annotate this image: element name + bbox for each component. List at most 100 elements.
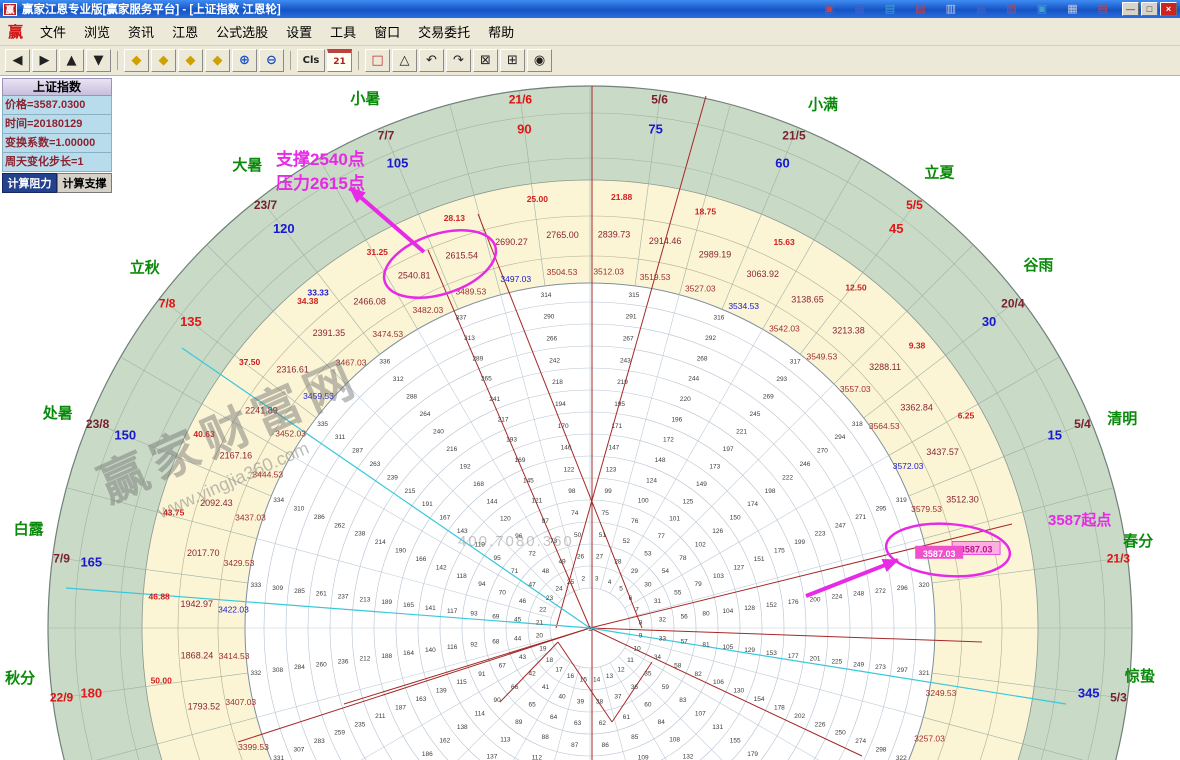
svg-text:298: 298 [876,747,887,754]
toolbar-rotate-left-button[interactable]: ↶ [419,49,444,72]
svg-text:21.88: 21.88 [611,192,633,202]
svg-text:立夏: 立夏 [924,164,955,182]
svg-text:202: 202 [794,713,805,720]
menu-item-news[interactable]: 资讯 [119,19,163,44]
minimize-button[interactable]: — [1122,2,1139,16]
menu-item-formula-stock-pick[interactable]: 公式选股 [207,19,277,44]
svg-text:3467.03: 3467.03 [336,358,367,368]
svg-text:151: 151 [754,556,765,563]
svg-text:3587.03: 3587.03 [960,544,993,554]
svg-text:28.13: 28.13 [444,213,466,223]
svg-text:142: 142 [436,564,447,571]
titlebar-icon-4[interactable]: ▥ [946,4,956,15]
svg-text:1868.24: 1868.24 [181,650,214,660]
svg-text:322: 322 [896,755,907,760]
toolbar-diamond-1-button[interactable]: ◆ [124,49,149,72]
svg-text:115: 115 [456,679,467,686]
svg-text:94: 94 [478,581,486,588]
menu-item-help[interactable]: 帮助 [479,19,523,44]
svg-text:155: 155 [730,737,741,744]
toolbar-diamond-3-button[interactable]: ◆ [178,49,203,72]
svg-text:128: 128 [744,605,755,612]
svg-text:2017.70: 2017.70 [187,548,220,558]
toolbar-triangle-tool-button[interactable]: △ [392,49,417,72]
svg-text:286: 286 [314,514,325,521]
svg-text:100: 100 [638,498,649,505]
svg-text:41: 41 [542,684,550,691]
svg-text:46: 46 [519,598,527,605]
svg-text:125: 125 [683,498,694,505]
toolbar-rotate-right-button[interactable]: ↷ [446,49,471,72]
menubar: 赢 文件 浏览 资讯 江恩 公式选股 设置 工具 窗口 交易委托 帮助 [0,18,1180,46]
toolbar-forward-button[interactable]: ▶ [32,49,57,72]
svg-text:287: 287 [352,448,363,455]
svg-text:226: 226 [815,721,826,728]
svg-text:73: 73 [550,538,558,545]
svg-text:20/4: 20/4 [1001,297,1025,311]
svg-text:154: 154 [754,696,765,703]
titlebar-icon-6[interactable]: ▧ [1006,4,1016,15]
svg-text:320: 320 [919,582,930,589]
menu-item-settings[interactable]: 设置 [277,19,321,44]
toolbar-calendar-button[interactable]: 21 [327,49,352,72]
svg-text:273: 273 [875,664,886,671]
toolbar-delete-shape-button[interactable]: ⊠ [473,49,498,72]
titlebar-icon-0[interactable]: ▣ [824,4,834,15]
svg-text:3138.65: 3138.65 [791,294,824,304]
titlebar-icon-3[interactable]: ▨ [915,4,925,15]
titlebar-icon-1[interactable]: ▦ [854,4,864,15]
calc-support-button[interactable]: 计算支撑 [57,173,112,193]
svg-text:148: 148 [655,457,666,464]
toolbar-diamond-4-button[interactable]: ◆ [205,49,230,72]
toolbar-zoom-out-button[interactable]: ⊖ [259,49,284,72]
svg-text:63: 63 [574,720,582,727]
svg-text:112: 112 [532,754,543,760]
menu-item-tools[interactable]: 工具 [321,19,365,44]
svg-text:247: 247 [835,522,846,529]
svg-text:180: 180 [80,686,102,701]
toolbar-rect-tool-button[interactable]: □ [365,49,390,72]
calc-resistance-button[interactable]: 计算阻力 [2,173,57,193]
titlebar-icon-9[interactable]: ▤ [1098,4,1108,15]
svg-text:62: 62 [599,720,607,727]
svg-text:22: 22 [539,606,547,613]
svg-text:43.75: 43.75 [163,508,185,518]
svg-text:337: 337 [456,315,467,322]
titlebar-icon-5[interactable]: ▩ [976,4,986,15]
svg-text:197: 197 [723,446,734,453]
maximize-button[interactable]: □ [1141,2,1158,16]
toolbar-diamond-2-button[interactable]: ◆ [151,49,176,72]
svg-text:3257.03: 3257.03 [914,733,945,743]
menu-item-gann[interactable]: 江恩 [163,19,207,44]
toolbar-marker-up-button[interactable]: ▲ [59,49,84,72]
menu-item-browse[interactable]: 浏览 [75,19,119,44]
svg-text:162: 162 [439,737,450,744]
toolbar-grid-tool-button[interactable]: ⊞ [500,49,525,72]
titlebar-icon-7[interactable]: ▣ [1037,4,1047,15]
titlebar-icon-8[interactable]: ▦ [1067,4,1077,15]
svg-text:165: 165 [403,602,414,609]
svg-text:93: 93 [470,611,478,618]
svg-text:223: 223 [815,531,826,538]
svg-text:106: 106 [713,679,724,686]
menu-item-file[interactable]: 文件 [31,19,75,44]
svg-text:130: 130 [733,688,744,695]
menu-item-trade[interactable]: 交易委托 [409,19,479,44]
svg-text:3414.53: 3414.53 [219,651,250,661]
svg-text:3: 3 [595,575,599,582]
svg-text:164: 164 [403,650,414,657]
toolbar-zoom-in-button[interactable]: ⊕ [232,49,257,72]
svg-text:174: 174 [747,501,758,508]
toolbar-marker-down-button[interactable]: ▼ [86,49,111,72]
toolbar-target-tool-button[interactable]: ◉ [527,49,552,72]
svg-text:71: 71 [511,568,519,575]
svg-text:2765.00: 2765.00 [546,230,579,240]
toolbar-back-button[interactable]: ◀ [5,49,30,72]
toolbar-clear-button[interactable]: Cls [297,49,325,72]
svg-text:190: 190 [395,548,406,555]
close-button[interactable]: × [1160,2,1177,16]
menu-item-window[interactable]: 窗口 [365,19,409,44]
svg-text:3437.03: 3437.03 [235,513,266,523]
svg-text:166: 166 [416,556,427,563]
titlebar-icon-2[interactable]: ▤ [885,4,895,15]
